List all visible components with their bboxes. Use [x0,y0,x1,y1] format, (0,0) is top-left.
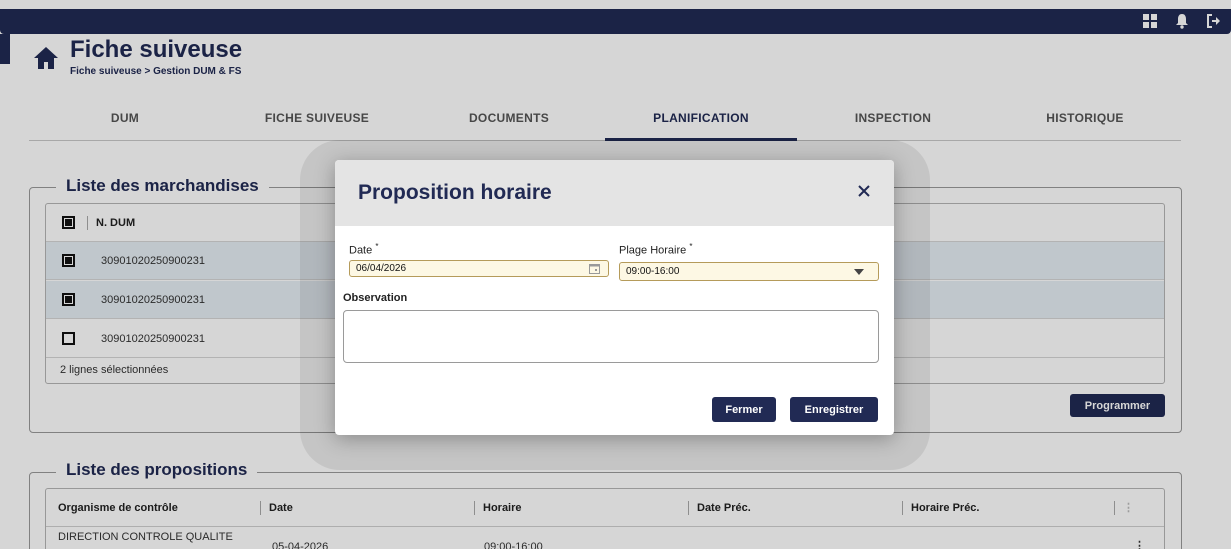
date-label-text: Date [349,244,373,257]
proposition-horaire-dialog: Proposition horaire Date * 06/04/2026 Pl… [335,160,894,435]
calendar-icon[interactable] [589,263,600,274]
observation-label: Observation [343,292,408,304]
observation-textarea[interactable] [343,310,879,363]
close-icon[interactable] [856,183,872,199]
plage-horaire-value: 09:00-16:00 [626,266,680,277]
date-field[interactable]: 06/04/2026 [349,260,609,277]
dialog-header: Proposition horaire [335,160,894,226]
date-required-mark: * [375,242,379,251]
date-label: Date * [349,242,378,257]
dialog-title: Proposition horaire [358,181,552,204]
plage-horaire-select[interactable]: 09:00-16:00 [619,262,879,281]
plage-required-mark: * [689,242,693,251]
fermer-button[interactable]: Fermer [712,397,776,422]
date-field-value: 06/04/2026 [356,263,407,274]
enregistrer-button[interactable]: Enregistrer [790,397,878,422]
plage-horaire-label-text: Plage Horaire [619,244,687,257]
plage-horaire-label: Plage Horaire * [619,242,692,257]
chevron-down-icon[interactable] [854,269,864,275]
